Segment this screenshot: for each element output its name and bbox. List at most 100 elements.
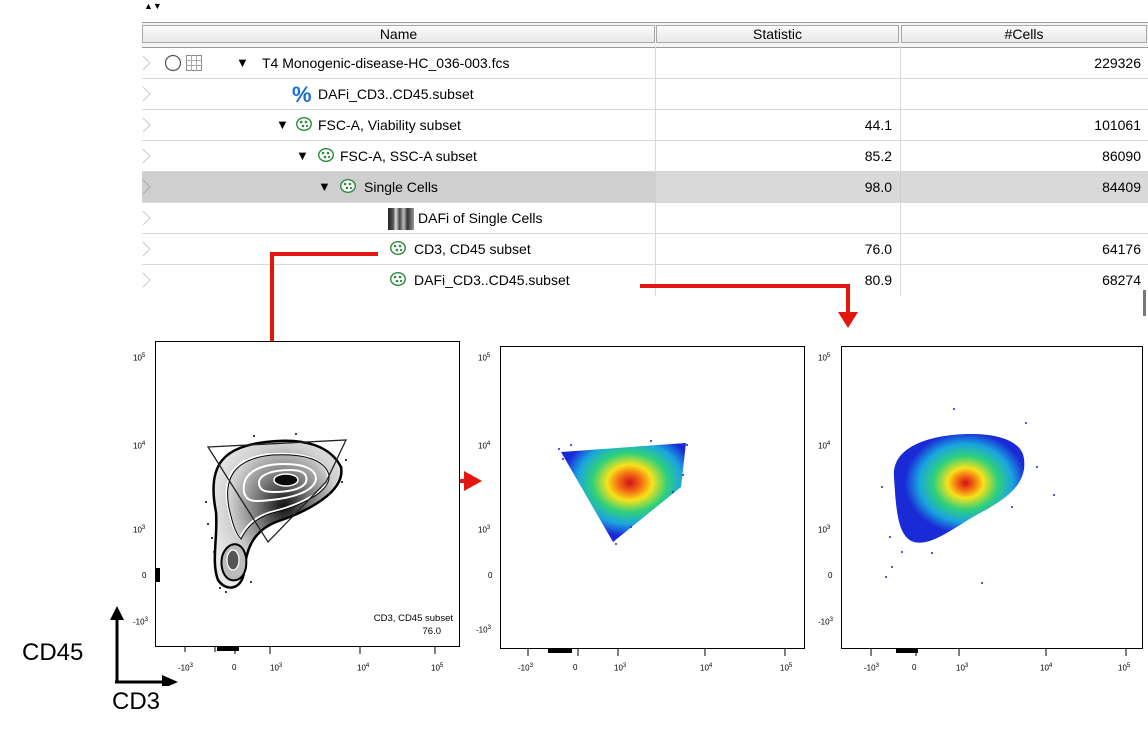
row-cells: 86090 — [1102, 148, 1141, 164]
column-header-name[interactable]: Name — [142, 25, 655, 43]
expand-triangle-icon[interactable]: ▼ — [276, 110, 289, 140]
row-cells: 229326 — [1094, 55, 1141, 71]
x-tick: -103 — [864, 663, 879, 673]
y-tick: 105 — [133, 353, 146, 363]
row-handle-icon[interactable] — [142, 272, 152, 288]
svg-text:%: % — [292, 84, 312, 106]
row-statistic: 80.9 — [864, 272, 892, 288]
x-tick: 103 — [270, 663, 283, 673]
contour-density — [156, 433, 348, 593]
row-cells: 101061 — [1094, 117, 1141, 133]
row-handle-icon[interactable] — [142, 241, 152, 257]
dafi-bitmap-icon — [388, 208, 414, 230]
row-cells: 64176 — [1102, 241, 1141, 257]
row-statistic — [656, 79, 900, 109]
x-tick: 104 — [1040, 663, 1053, 673]
row-handle-icon[interactable] — [142, 117, 152, 133]
axes-legend-arrows — [110, 606, 178, 686]
x-tick: 104 — [700, 663, 713, 673]
density-heatmap — [558, 440, 688, 545]
y-tick: 105 — [818, 353, 831, 363]
table-row[interactable]: DAFi_CD3..CD45.subset 80.9 68274 — [142, 265, 1148, 296]
row-name: DAFi_CD3..CD45.subset — [414, 272, 570, 288]
table-row[interactable]: CD3, CD45 subset 76.0 64176 — [142, 234, 1148, 265]
grid-icon[interactable] — [186, 55, 202, 71]
expand-triangle-icon[interactable]: ▼ — [236, 48, 249, 78]
arrowhead-icon — [838, 312, 858, 328]
column-header-statistic[interactable]: Statistic — [656, 25, 899, 43]
row-cells: 84409 — [901, 172, 1148, 202]
row-handle-icon[interactable] — [142, 86, 152, 102]
x-axis-ruler — [184, 647, 436, 654]
red-arrow — [640, 284, 850, 288]
x-tick: 0 — [912, 663, 917, 672]
table-header: Name Statistic #Cells — [142, 22, 1148, 48]
x-axis-ruler — [870, 649, 1127, 656]
row-statistic — [656, 203, 900, 233]
y-tick: 0 — [142, 571, 147, 580]
row-statistic — [656, 48, 900, 78]
y-tick: -103 — [818, 617, 833, 627]
y-tick: 104 — [478, 441, 491, 451]
row-name: Single Cells — [364, 179, 438, 195]
density-plot-gated[interactable] — [500, 346, 805, 649]
row-statistic: 44.1 — [864, 117, 892, 133]
x-tick: 105 — [1118, 663, 1131, 673]
y-tick: 104 — [133, 441, 146, 451]
row-name: FSC-A, Viability subset — [318, 117, 461, 133]
row-name: DAFi_CD3..CD45.subset — [318, 86, 474, 102]
y-tick: 104 — [818, 441, 831, 451]
x-tick: 105 — [431, 663, 444, 673]
table-toolbar: ▲▼ — [142, 0, 1148, 23]
gate-icon — [390, 272, 406, 286]
row-name: DAFi of Single Cells — [418, 210, 543, 226]
y-tick: -103 — [476, 625, 491, 635]
table-row[interactable]: % DAFi_CD3..CD45.subset — [142, 79, 1148, 110]
gate-icon — [318, 148, 334, 162]
gate-icon — [340, 179, 356, 193]
gate-label: CD3, CD45 subset — [373, 613, 453, 624]
row-statistic: 85.2 — [864, 148, 892, 164]
x-tick: 103 — [956, 663, 969, 673]
y-tick: 0 — [828, 571, 833, 580]
row-handle-icon[interactable] — [142, 210, 152, 226]
row-cells — [901, 79, 1148, 109]
sort-arrows-icon[interactable]: ▲▼ — [144, 2, 162, 11]
row-handle-icon[interactable] — [142, 148, 152, 164]
x-axis-ruler — [527, 649, 786, 656]
circle-icon[interactable] — [164, 54, 182, 72]
table-row[interactable]: ▼ FSC-A, SSC-A subset 85.2 86090 — [142, 141, 1148, 172]
x-axis-legend-label: CD3 — [112, 688, 161, 715]
gate-value: 76.0 — [422, 626, 442, 637]
x-tick: -103 — [178, 663, 193, 673]
y-tick: 0 — [488, 571, 493, 580]
arrowhead-icon — [464, 471, 482, 491]
row-statistic: 76.0 — [864, 241, 892, 257]
x-tick: 105 — [780, 663, 793, 673]
row-handle-icon[interactable] — [142, 179, 152, 195]
row-handle-icon[interactable] — [142, 55, 152, 71]
x-tick: 0 — [573, 663, 578, 672]
scrollbar-edge[interactable] — [1143, 290, 1146, 316]
row-statistic: 98.0 — [656, 172, 900, 202]
table-row-selected[interactable]: ▼ Single Cells 98.0 84409 — [142, 172, 1148, 203]
expand-triangle-icon[interactable]: ▼ — [296, 141, 309, 171]
expand-triangle-icon[interactable]: ▼ — [318, 172, 331, 202]
x-tick: 104 — [357, 663, 370, 673]
gate-icon — [390, 241, 406, 255]
y-tick: 103 — [478, 525, 491, 535]
x-tick: 103 — [614, 663, 627, 673]
y-axis-legend-label: CD45 — [22, 639, 84, 666]
column-header-cells[interactable]: #Cells — [901, 25, 1147, 43]
y-tick: 105 — [478, 353, 491, 363]
y-tick: 103 — [818, 525, 831, 535]
row-cells — [901, 203, 1148, 233]
density-heatmap — [881, 408, 1055, 584]
row-name: CD3, CD45 subset — [414, 241, 531, 257]
density-plot-dafi[interactable] — [841, 346, 1143, 649]
table-row[interactable]: ▼ FSC-A, Viability subset 44.1 101061 — [142, 110, 1148, 141]
table-row[interactable]: DAFi of Single Cells — [142, 203, 1148, 234]
table-row[interactable]: ▼ T4 Monogenic-disease-HC_036-003.fcs 22… — [142, 48, 1148, 79]
contour-plot[interactable]: CD3, CD45 subset 76.0 — [155, 341, 460, 647]
row-name: T4 Monogenic-disease-HC_036-003.fcs — [262, 55, 510, 71]
